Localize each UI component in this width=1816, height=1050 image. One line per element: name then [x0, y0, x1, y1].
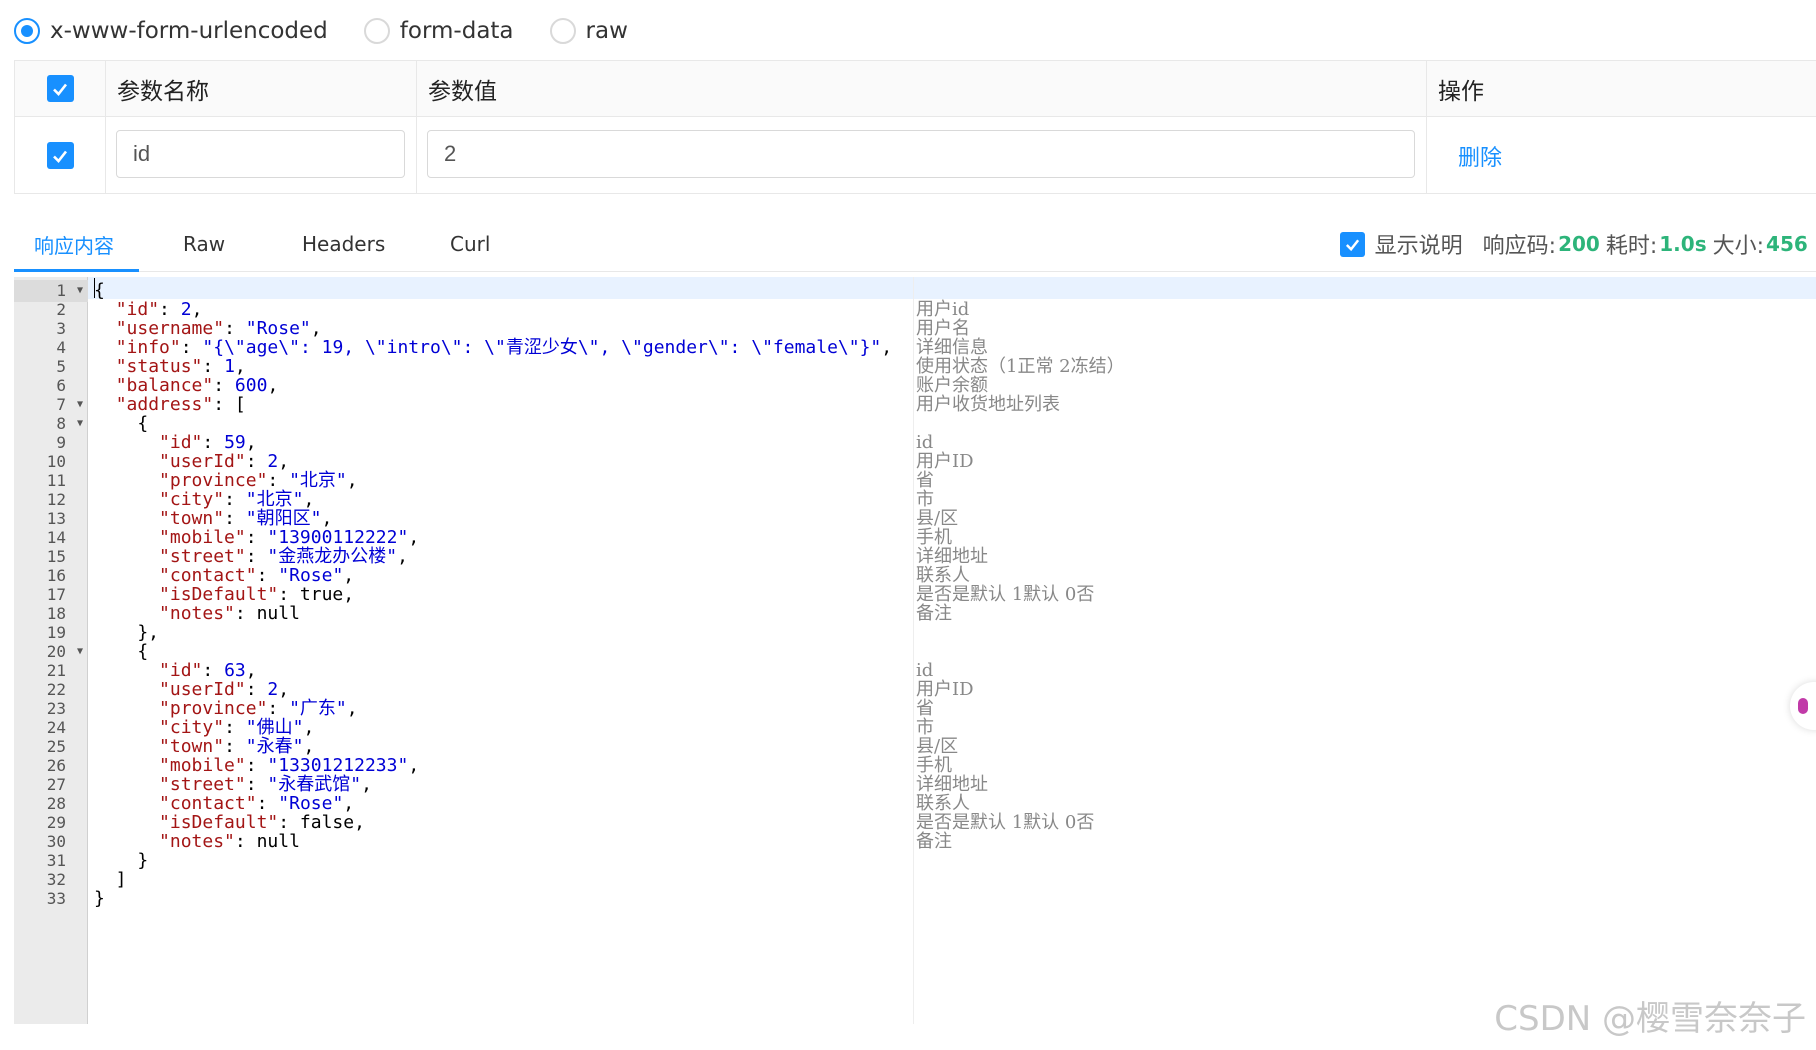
- radio-checked-icon: [14, 18, 40, 44]
- params-table: 参数名称 参数值 操作 id 2 删除: [14, 60, 1816, 194]
- radio-label: form-data: [399, 18, 514, 44]
- size-label: 大小:: [1712, 234, 1765, 259]
- active-line-highlight: [88, 277, 1816, 299]
- tab-response-content[interactable]: 响应内容: [34, 216, 114, 272]
- code-line: }: [94, 888, 105, 909]
- tab-headers[interactable]: Headers: [302, 216, 385, 272]
- delete-link[interactable]: 删除: [1458, 117, 1502, 194]
- param-value-input[interactable]: 2: [427, 130, 1415, 178]
- header-param-name: 参数名称: [117, 78, 209, 105]
- watermark: CSDN @樱雪奈奈子: [1494, 999, 1806, 1039]
- radio-form-data[interactable]: form-data: [350, 18, 514, 44]
- field-description: 用户收货地址列表: [916, 394, 1060, 415]
- select-all-checkbox[interactable]: [46, 75, 74, 102]
- param-name-input[interactable]: id: [116, 130, 405, 178]
- elapsed-value: 1.0s: [1659, 232, 1707, 256]
- response-tabs: 响应内容 Raw Headers Curl 显示说明 响应码: 200 耗时: …: [14, 216, 1816, 272]
- line-number-gutter: 1 ▼ 2 3 4 5 6 7 ▼ 8 ▼ 9 10 11 12 13 14 15 16 17 18 19 20 ▼ 21 22 2…: [14, 277, 88, 1024]
- check-icon: [53, 150, 68, 163]
- radio-unchecked-icon: [363, 18, 390, 44]
- field-description: 备注: [916, 603, 952, 624]
- show-desc-checkbox[interactable]: [1339, 231, 1365, 257]
- active-tab-indicator: [14, 269, 139, 272]
- check-icon: [53, 83, 68, 96]
- text-cursor: [94, 278, 95, 298]
- radio-unchecked-icon: [549, 18, 576, 44]
- header-param-value: 参数值: [428, 78, 497, 105]
- row-checkbox[interactable]: [46, 142, 74, 169]
- body-type-radio-group: x-www-form-urlencoded form-data raw: [0, 10, 650, 52]
- tab-curl[interactable]: Curl: [450, 216, 490, 272]
- show-desc-label: 显示说明: [1374, 234, 1463, 259]
- params-table-header: 参数名称 参数值 操作: [15, 61, 1816, 117]
- response-code-editor[interactable]: 1 ▼ 2 3 4 5 6 7 ▼ 8 ▼ 9 10 11 12 13 14 15 16 17 18 19 20 ▼ 21 22 2…: [14, 277, 1816, 1024]
- delete-link-label: 删除: [1458, 145, 1503, 171]
- radio-raw[interactable]: raw: [536, 18, 628, 44]
- status-code-label: 响应码:: [1482, 234, 1557, 259]
- radio-x-www-form-urlencoded[interactable]: x-www-form-urlencoded: [0, 18, 328, 44]
- check-icon: [1345, 238, 1359, 251]
- param-row: id 2 删除: [15, 117, 1816, 194]
- row-select-cell: [15, 117, 105, 194]
- radio-label: x-www-form-urlencoded: [50, 18, 328, 44]
- description-column-divider: [913, 277, 914, 1024]
- size-value: 456 B: [1766, 232, 1816, 256]
- select-all-cell: [15, 61, 105, 116]
- radio-label: raw: [585, 18, 628, 44]
- response-status: 显示说明 响应码: 200 耗时: 1.0s 大小: 456 B: [1339, 216, 1816, 272]
- elapsed-label: 耗时:: [1605, 234, 1658, 259]
- tab-raw[interactable]: Raw: [183, 216, 225, 272]
- header-action: 操作: [1438, 78, 1484, 105]
- status-code-value: 200: [1558, 232, 1600, 256]
- line-number: 33: [46, 889, 66, 908]
- field-description: 备注: [916, 831, 952, 852]
